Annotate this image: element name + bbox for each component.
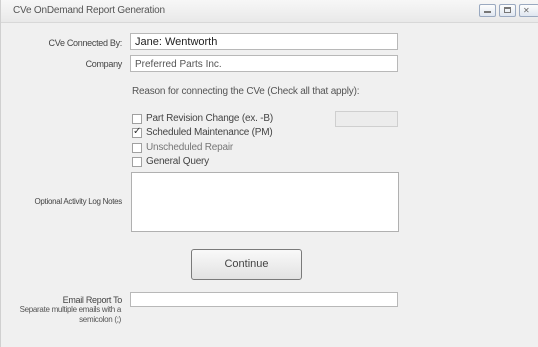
checkbox-part-revision[interactable] [132, 114, 142, 124]
cve-connected-field[interactable]: Jane: Wentworth [130, 33, 398, 50]
minimize-icon [484, 11, 491, 13]
checkbox-general-query[interactable] [132, 157, 142, 167]
checkmark-icon: ✓ [133, 126, 142, 137]
cve-connected-label: CVe Connected By: [48, 38, 123, 48]
company-label: Company [85, 59, 123, 69]
title-bar: CVe OnDemand Report Generation ✕ [1, 0, 538, 23]
checkbox-unscheduled-repair[interactable] [132, 143, 142, 153]
checkbox-scheduled-maintenance[interactable]: ✓ [132, 126, 142, 138]
reason-label: Part Revision Change (ex. -B) [146, 113, 274, 124]
maximize-button[interactable] [499, 4, 516, 17]
minimize-button[interactable] [479, 4, 496, 17]
maximize-icon [504, 7, 511, 13]
window-title: CVe OnDemand Report Generation [13, 5, 165, 16]
reason-label: General Query [146, 156, 209, 167]
revision-input[interactable] [335, 111, 398, 127]
reason-label: Scheduled Maintenance (PM) [146, 127, 273, 138]
reason-heading: Reason for connecting the CVe (Check all… [132, 86, 360, 97]
email-field[interactable] [130, 292, 398, 307]
email-label: Email Report To [62, 295, 123, 305]
report-generation-window: CVe OnDemand Report Generation ✕ CVe Con… [0, 0, 538, 347]
close-icon: ✕ [523, 6, 530, 15]
email-hint: Separate multiple emails with a semicolo… [19, 305, 122, 324]
reason-label: Unscheduled Repair [146, 142, 234, 153]
notes-textarea[interactable] [131, 172, 399, 232]
notes-label: Optional Activity Log Notes [34, 197, 122, 206]
continue-button[interactable]: Continue [191, 249, 302, 280]
company-field[interactable]: Preferred Parts Inc. [130, 55, 398, 72]
close-button[interactable]: ✕ [519, 4, 538, 17]
